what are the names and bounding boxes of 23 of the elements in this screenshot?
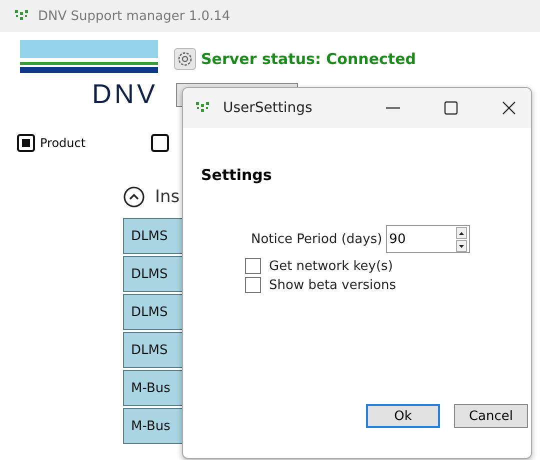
checkbox[interactable] [245,277,261,293]
ok-button[interactable]: Ok [366,404,440,428]
checkbox[interactable] [17,134,35,152]
notice-period-label: Notice Period (days) [251,232,382,246]
server-status: Server status: Connected [201,50,416,68]
cancel-button[interactable]: Cancel [454,404,528,428]
logo-drawing: DNV [20,40,158,110]
network-icon [14,9,30,23]
checkbox[interactable] [245,258,261,274]
checkbox-label: Show beta versions [269,278,396,292]
number-spinner[interactable]: 90 [386,225,470,253]
checkbox[interactable] [150,134,169,152]
checkbox-label: Product [40,136,86,150]
gear-icon [174,48,196,70]
checkbox-label: Get network key(s) [269,258,393,274]
close-icon[interactable] [501,100,517,116]
collapse-icon[interactable] [123,186,145,208]
dialog-title: UserSettings [223,100,312,116]
section-title: Ins [155,187,180,207]
window-title: DNV Support manager 1.0.14 [38,8,230,24]
network-icon [195,101,211,115]
maximize-icon[interactable] [443,100,459,116]
settings-heading: Settings [201,166,272,184]
